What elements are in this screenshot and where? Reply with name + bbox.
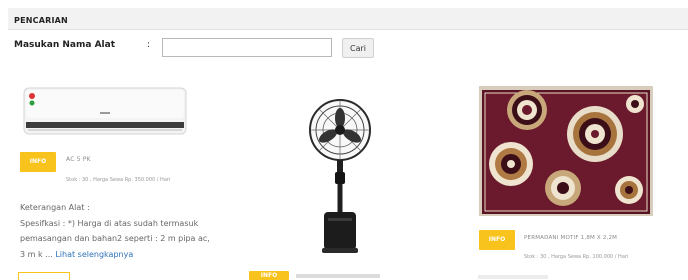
search-label: Masukan Nama Alat (14, 40, 116, 50)
info-button[interactable]: INFO (249, 271, 289, 280)
read-more-link[interactable]: Lihat selengkapnya (55, 250, 133, 259)
next-card-peek (478, 275, 548, 279)
product-image-ac[interactable] (20, 86, 188, 138)
search-button[interactable]: Cari (342, 38, 374, 58)
product-name[interactable]: AC 5 PK (66, 156, 91, 163)
product-name[interactable]: PERMADANI MOTIF 1,8M X 2,2M (524, 235, 617, 241)
product-image-carpet[interactable] (479, 86, 653, 216)
description-line: Spesifkasi : *) Harga di atas sudah term… (20, 218, 199, 228)
search-colon: : (147, 40, 151, 50)
info-button[interactable]: INFO (20, 152, 56, 172)
product-image-fan[interactable] (300, 96, 380, 256)
section-title: PENCARIAN (14, 16, 68, 25)
description-line: 3 m k ... Lihat selengkapnya (20, 247, 240, 263)
description-line-text: 3 m k ... (20, 249, 53, 259)
description-line: pemasangan dan bahan2 seperti : 2 m pipa… (20, 234, 210, 243)
next-card-peek (18, 272, 70, 280)
product-description: Keterangan Alat : Spesifkasi : *) Harga … (20, 200, 240, 262)
product-stock-price: Stok : 30 , Harga Sewa Rp. 100.000 / Har… (524, 254, 629, 260)
product-name-partial[interactable] (296, 274, 380, 278)
info-button[interactable]: INFO (479, 230, 515, 250)
section-header: PENCARIAN (8, 8, 688, 30)
description-heading: Keterangan Alat : (20, 203, 90, 212)
product-stock-price: Stok : 30 , Harga Sewa Rp. 350.000 / Har… (66, 177, 171, 183)
search-input[interactable] (162, 38, 332, 57)
